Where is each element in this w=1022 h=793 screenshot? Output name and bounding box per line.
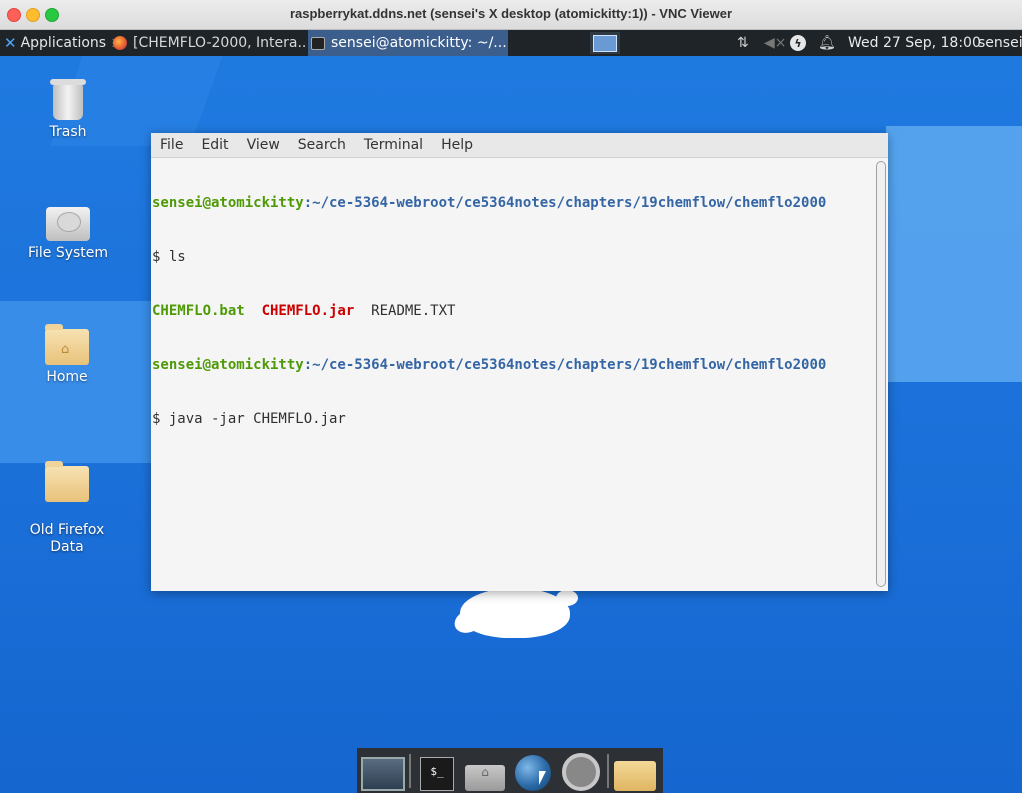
command-line: $ java -jar CHEMFLO.jar — [152, 411, 346, 427]
dock-separator — [607, 753, 609, 788]
dock-show-desktop[interactable] — [361, 751, 405, 791]
command-line: $ ls — [152, 249, 186, 265]
desktop-icon-label: Old Firefox Data — [29, 522, 105, 555]
notifications-bell-icon[interactable]: 🔔︎ — [818, 30, 836, 56]
drive-icon — [46, 207, 90, 241]
desktop-icon-label: Trash — [49, 124, 87, 140]
top-panel: ✕ Applications ⋮ [CHEMFLO-2000, Intera..… — [0, 30, 1022, 56]
vnc-title-bar: raspberrykat.ddns.net (sensei's X deskto… — [0, 0, 1022, 30]
dock-search[interactable] — [559, 751, 603, 791]
prompt-user-host: sensei@atomickitty — [152, 357, 304, 373]
menu-view[interactable]: View — [238, 137, 289, 153]
terminal-menubar: File Edit View Search Terminal Help — [151, 133, 888, 158]
home-folder-icon: ⌂ — [45, 324, 89, 365]
desktop-icon-label: Home — [46, 369, 88, 385]
file-readme: README.TXT — [371, 303, 456, 319]
network-icon[interactable]: ⇅ — [737, 30, 749, 56]
desktop-icon-label: File System — [27, 245, 109, 261]
home-folder-icon: ⌂ — [465, 764, 505, 791]
dock-terminal[interactable]: $_ — [415, 751, 459, 791]
menu-terminal[interactable]: Terminal — [355, 137, 432, 153]
terminal-output[interactable]: sensei@atomickitty:~/ce-5364-webroot/ce5… — [152, 158, 874, 591]
web-browser-icon — [515, 754, 551, 791]
bottom-dock: $_ ⌂ — [357, 748, 663, 793]
folder-icon — [45, 461, 89, 502]
desktop-icon-file-system[interactable]: File System — [13, 207, 123, 262]
taskbar-item-label: [CHEMFLO-2000, Intera... — [133, 35, 306, 51]
prompt-path: :~/ce-5364-webroot/ce5364notes/chapters/… — [303, 357, 827, 373]
clock[interactable]: Wed 27 Sep, 18:00 — [848, 30, 981, 56]
menu-search[interactable]: Search — [289, 137, 355, 153]
dock-separator — [409, 753, 411, 788]
dock-file-manager[interactable] — [613, 751, 657, 791]
ls-output: CHEMFLO.bat CHEMFLO.jar README.TXT — [152, 302, 874, 320]
prompt-line: sensei@atomickitty:~/ce-5364-webroot/ce5… — [152, 356, 874, 374]
menu-file[interactable]: File — [151, 137, 192, 153]
menu-edit[interactable]: Edit — [192, 137, 237, 153]
applications-label: Applications — [20, 35, 107, 51]
prompt-line: sensei@atomickitty:~/ce-5364-webroot/ce5… — [152, 194, 874, 212]
desktop-icon-old-firefox-data[interactable]: Old Firefox Data — [12, 450, 122, 572]
window-title: raspberrykat.ddns.net (sensei's X deskto… — [289, 6, 733, 21]
file-chemflo-jar: CHEMFLO.jar — [261, 303, 355, 319]
workspace-1[interactable] — [593, 35, 617, 52]
terminal-icon: $_ — [420, 756, 454, 791]
prompt-path: :~/ce-5364-webroot/ce5364notes/chapters/… — [303, 195, 827, 211]
prompt-user-host: sensei@atomickitty — [152, 195, 304, 211]
menu-help[interactable]: Help — [432, 137, 482, 153]
file-manager-icon — [614, 760, 656, 791]
taskbar-item-label: sensei@atomickitty: ~/... — [331, 35, 507, 51]
wallpaper-shape — [886, 126, 1022, 382]
xfce-mouse-logo — [460, 588, 578, 638]
desktop-icon-trash[interactable]: Trash — [13, 79, 123, 141]
desktop-icon — [361, 756, 405, 791]
user-menu[interactable]: sensei — [978, 30, 1022, 56]
trash-icon — [50, 79, 86, 120]
xfce-logo-icon: ✕ — [4, 34, 17, 52]
power-manager-icon[interactable]: ϟ — [790, 30, 806, 56]
terminal-window[interactable]: File Edit View Search Terminal Help sens… — [151, 133, 888, 591]
applications-menu-button[interactable]: ✕ Applications ⋮ — [0, 30, 122, 56]
file-chemflo-bat: CHEMFLO.bat — [152, 303, 245, 319]
terminal-scrollbar[interactable] — [876, 161, 886, 587]
desktop-icon-home[interactable]: ⌂ Home — [12, 324, 122, 386]
taskbar-item-terminal[interactable]: sensei@atomickitty: ~/... — [308, 30, 508, 56]
firefox-icon — [113, 36, 127, 50]
dock-home-folder[interactable]: ⌂ — [463, 751, 507, 791]
terminal-icon — [311, 36, 325, 50]
search-icon — [562, 752, 600, 791]
dock-web-browser[interactable] — [511, 751, 555, 791]
taskbar-item-firefox[interactable]: [CHEMFLO-2000, Intera... — [110, 30, 306, 56]
volume-muted-icon[interactable]: ◀× — [764, 30, 787, 56]
workspace-switcher[interactable] — [590, 32, 620, 54]
